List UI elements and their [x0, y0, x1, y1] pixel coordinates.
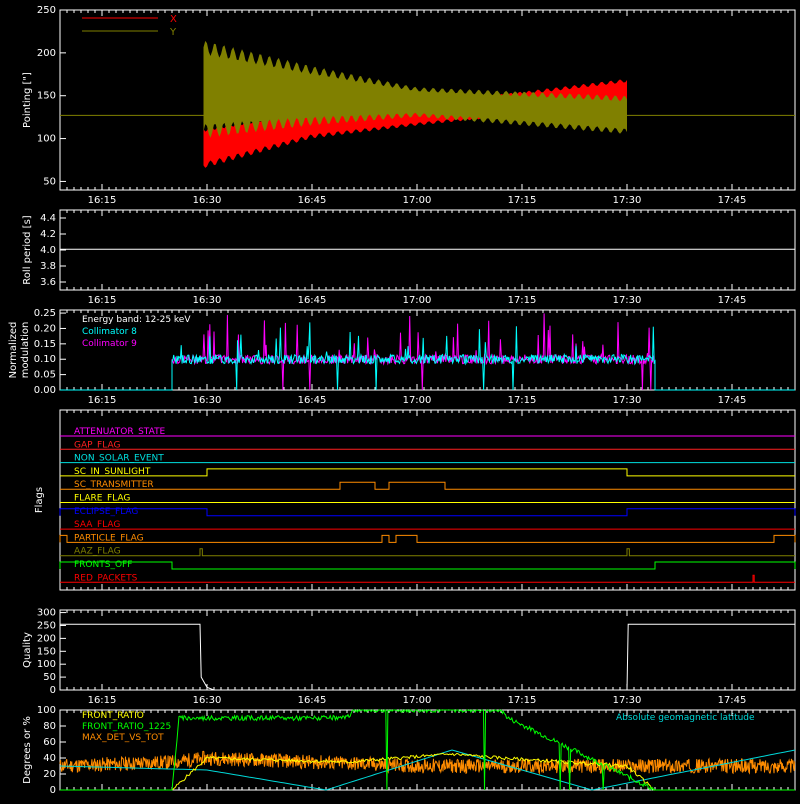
- time-tick-label: 17:00: [403, 295, 432, 306]
- roll-ylabel: Roll period [s]: [22, 215, 33, 284]
- ratios-ytick-label: 40: [43, 753, 56, 764]
- modulation-ytick-label: 0.00: [34, 385, 56, 396]
- pointing-ytick-label: 50: [43, 176, 56, 187]
- flag-line-aaz_flag: [60, 548, 795, 557]
- modulation-ytick-label: 0.05: [34, 370, 56, 381]
- quality-ytick-label: 100: [37, 659, 56, 670]
- pointing-ytick-label: 250: [37, 5, 56, 16]
- modulation-ylabel-1: Normalized: [8, 322, 19, 379]
- time-tick-label: 16:30: [193, 295, 222, 306]
- quality-line: [60, 623, 795, 691]
- modulation-ytick-label: 0.20: [34, 323, 56, 334]
- roll-ytick-label: 4.2: [40, 229, 56, 240]
- time-tick-label: 17:15: [508, 695, 537, 706]
- geomag-label: Absolute geomagnetic latitude: [616, 713, 755, 723]
- modulation-legend-0: Collimator 8: [82, 327, 137, 337]
- modulation-ytick-label: 0.25: [34, 308, 56, 319]
- roll-ytick-label: 3.6: [40, 277, 56, 288]
- pointing-ytick-label: 200: [37, 48, 56, 59]
- modulation-ytick-label: 0.10: [34, 354, 56, 365]
- pointing-ytick-label: 100: [37, 134, 56, 145]
- time-tick-label: 16:45: [298, 295, 327, 306]
- time-tick-label: 16:15: [88, 295, 117, 306]
- pointing-ytick-label: 150: [37, 91, 56, 102]
- flag-line-sc_transmitter: [60, 481, 795, 490]
- ratios-ylabel: Degrees or %: [22, 716, 33, 784]
- flags-panel-frame: [59, 409, 796, 591]
- flags-ylabel: Flags: [34, 487, 45, 513]
- ratios-ytick-label: 80: [43, 721, 56, 732]
- time-tick-label: 16:15: [88, 195, 117, 206]
- time-tick-label: 17:30: [613, 295, 642, 306]
- time-tick-label: 17:00: [403, 395, 432, 406]
- time-tick-label: 17:00: [403, 195, 432, 206]
- ratio-max-det-line: [59, 750, 796, 775]
- flag-line-sc_in_sunlight: [60, 468, 795, 477]
- roll-ytick-label: 3.8: [40, 261, 56, 272]
- time-tick-label: 16:45: [298, 695, 327, 706]
- time-tick-label: 17:45: [718, 695, 747, 706]
- quality-panel-frame: [59, 609, 796, 691]
- quality-ytick-label: 150: [37, 646, 56, 657]
- time-tick-label: 17:45: [718, 395, 747, 406]
- time-tick-label: 17:30: [613, 195, 642, 206]
- modulation-legend-1: Collimator 9: [82, 339, 137, 349]
- time-tick-label: 16:15: [88, 395, 117, 406]
- time-tick-label: 17:15: [508, 295, 537, 306]
- flag-line-fronts_off: [59, 561, 796, 570]
- time-tick-label: 17:45: [718, 195, 747, 206]
- ratios-legend-0: FRONT_RATIO: [82, 711, 144, 721]
- figure: Pointing ["] Roll period [s] Normalized …: [0, 0, 800, 800]
- modulation-ytick-label: 0.15: [34, 339, 56, 350]
- ratios-ytick-label: 20: [43, 769, 56, 780]
- time-tick-label: 17:15: [508, 195, 537, 206]
- flag-line-red_packets: [60, 574, 795, 583]
- quality-ytick-label: 50: [43, 672, 56, 683]
- time-tick-label: 16:45: [298, 195, 327, 206]
- ratios-legend-1: FRONT_RATIO_1225: [82, 722, 171, 732]
- quality-ytick-label: 250: [37, 620, 56, 631]
- quality-ytick-label: 300: [37, 608, 56, 619]
- time-tick-label: 17:45: [718, 295, 747, 306]
- roll-panel-frame: [59, 209, 796, 291]
- time-tick-label: 16:30: [193, 195, 222, 206]
- ratios-ytick-label: 0: [50, 785, 56, 796]
- flag-line-particle_flag: [59, 534, 796, 543]
- ratios-ytick-label: 100: [37, 705, 56, 716]
- ratios-legend-2: MAX_DET_VS_TOT: [82, 733, 164, 743]
- quality-ylabel: Quality: [22, 632, 33, 668]
- ratios-ytick-label: 60: [43, 737, 56, 748]
- time-tick-label: 16:45: [298, 395, 327, 406]
- time-tick-label: 17:30: [613, 695, 642, 706]
- roll-ytick-label: 4.0: [40, 245, 56, 256]
- modulation-ylabel-2: modulation: [20, 322, 31, 379]
- time-tick-label: 17:00: [403, 695, 432, 706]
- time-tick-label: 16:30: [193, 395, 222, 406]
- flag-line-eclipse_flag: [59, 508, 796, 517]
- time-tick-label: 17:30: [613, 395, 642, 406]
- time-tick-label: 16:15: [88, 695, 117, 706]
- quality-ytick-label: 200: [37, 633, 56, 644]
- time-tick-label: 16:30: [193, 695, 222, 706]
- roll-ytick-label: 4.4: [40, 213, 56, 224]
- time-tick-label: 17:15: [508, 395, 537, 406]
- pointing-legend-label-X: X: [170, 14, 177, 25]
- quality-ytick-label: 0: [50, 685, 56, 696]
- pointing-legend-label-Y: Y: [169, 27, 177, 38]
- chart-marks: 16:15 16:30 16:45 17:00 17:15 17:30 17:45 16:15…: [34, 5, 796, 796]
- modulation-collimator-8-line: [60, 322, 795, 391]
- modulation-annotation: Energy band: 12-25 keV: [82, 315, 191, 325]
- pointing-ylabel: Pointing ["]: [22, 72, 33, 128]
- figure-canvas: Pointing ["] Roll period [s] Normalized …: [8, 5, 796, 796]
